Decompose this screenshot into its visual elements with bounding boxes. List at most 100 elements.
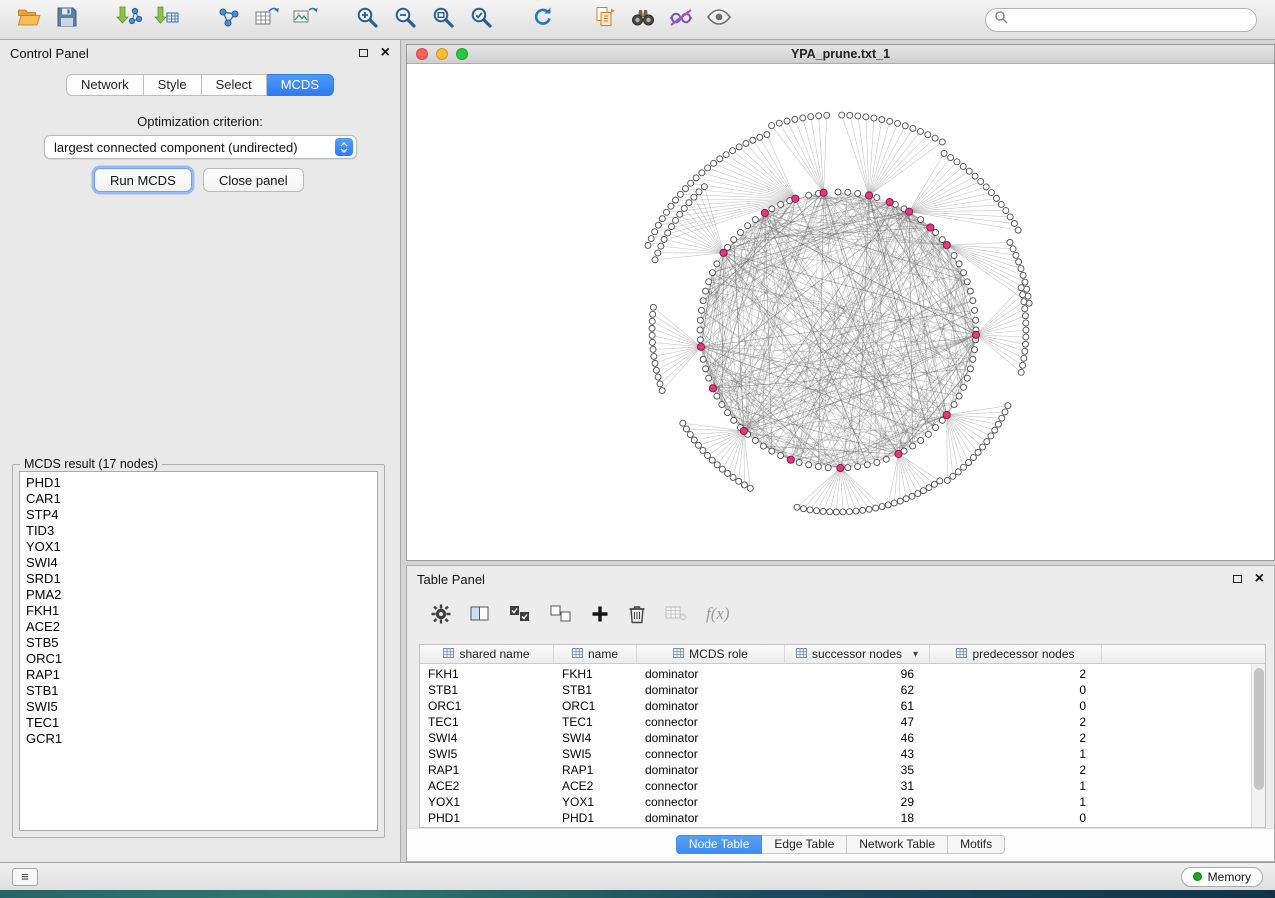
column-grid-icon (443, 647, 454, 661)
tab-network[interactable]: Network (66, 74, 144, 96)
search-input[interactable] (1008, 12, 1248, 28)
mcds-result-item[interactable]: CAR1 (20, 491, 377, 507)
table-cell: RAP1 (554, 762, 637, 778)
table-row[interactable]: FKH1FKH1dominator962 (420, 666, 1251, 682)
tab-mcds[interactable]: MCDS (267, 74, 334, 96)
column-header-mcds-role[interactable]: MCDS role (637, 645, 785, 663)
table-cell: 96 (785, 666, 930, 682)
mcds-result-item[interactable]: YOX1 (20, 539, 377, 555)
table-scrollbar-thumb[interactable] (1254, 668, 1264, 790)
mcds-result-item[interactable]: TID3 (20, 523, 377, 539)
find-button[interactable] (624, 4, 662, 36)
tab-select[interactable]: Select (202, 74, 267, 96)
mcds-result-item[interactable]: SWI5 (20, 699, 377, 715)
open-folder-icon (17, 6, 41, 33)
image-export-icon (292, 5, 318, 34)
delete-column-button[interactable] (628, 602, 646, 626)
table-row[interactable]: SWI4SWI4dominator462 (420, 730, 1251, 746)
column-header-successor-nodes[interactable]: successor nodes▾ (785, 645, 930, 663)
mcds-result-item[interactable]: ACE2 (20, 619, 377, 635)
import-network-icon (116, 5, 142, 34)
tab-motifs[interactable]: Motifs (948, 835, 1005, 854)
add-column-button[interactable] (591, 602, 609, 626)
new-network-button[interactable] (210, 4, 248, 36)
table-cell: 2 (930, 714, 1102, 730)
show-columns-button[interactable] (470, 602, 490, 626)
table-cell: PHD1 (420, 810, 554, 826)
table-scrollbar[interactable] (1251, 664, 1265, 827)
network-window-titlebar[interactable]: YPA_prune.txt_1 (407, 45, 1274, 64)
save-session-button[interactable] (48, 4, 86, 36)
export-image-button[interactable] (286, 4, 324, 36)
mcds-result-item[interactable]: TEC1 (20, 715, 377, 731)
zoom-fit-button[interactable] (424, 4, 462, 36)
table-row[interactable]: SWI5SWI5connector431 (420, 746, 1251, 762)
table-row[interactable]: ORC1ORC1dominator610 (420, 698, 1251, 714)
hide-graphics-button[interactable] (662, 4, 700, 36)
mcds-result-item[interactable]: GCR1 (20, 731, 377, 747)
criterion-dropdown[interactable]: largest connected component (undirected) (44, 135, 357, 159)
float-table-panel-icon[interactable] (1233, 575, 1242, 583)
tab-network-table[interactable]: Network Table (847, 835, 948, 854)
close-table-panel-icon[interactable]: × (1255, 573, 1264, 585)
float-panel-icon[interactable] (359, 49, 368, 57)
close-panel-button[interactable]: Close panel (203, 168, 304, 192)
table-row[interactable]: TEC1TEC1connector472 (420, 714, 1251, 730)
table-cell: FKH1 (554, 666, 637, 682)
tab-node-table[interactable]: Node Table (676, 835, 763, 854)
window-traffic-lights (416, 48, 468, 60)
tab-style[interactable]: Style (144, 74, 202, 96)
close-panel-icon[interactable]: × (381, 47, 390, 59)
column-grid-icon (956, 647, 967, 661)
mcds-result-item[interactable]: PMA2 (20, 587, 377, 603)
table-cell: FKH1 (420, 666, 554, 682)
memory-button[interactable]: Memory (1181, 867, 1263, 887)
run-mcds-button[interactable]: Run MCDS (94, 168, 192, 192)
copy-document-icon (593, 5, 617, 34)
status-menu-button[interactable]: ≡ (12, 868, 38, 886)
tab-edge-table[interactable]: Edge Table (762, 835, 847, 854)
mcds-result-item[interactable]: PHD1 (20, 475, 377, 491)
mcds-result-item[interactable]: RAP1 (20, 667, 377, 683)
mcds-result-item[interactable]: STB1 (20, 683, 377, 699)
mcds-result-item[interactable]: FKH1 (20, 603, 377, 619)
table-row[interactable]: ACE2ACE2connector311 (420, 778, 1251, 794)
copy-view-button[interactable] (586, 4, 624, 36)
network-canvas[interactable] (407, 64, 1274, 560)
refresh-view-button[interactable] (524, 4, 562, 36)
zoom-in-icon (355, 5, 379, 34)
select-all-button[interactable] (509, 602, 531, 626)
mcds-result-item[interactable]: STB5 (20, 635, 377, 651)
column-header-name[interactable]: name (554, 645, 637, 663)
table-row[interactable]: STB1STB1dominator620 (420, 682, 1251, 698)
column-header-predecessor-nodes[interactable]: predecessor nodes (930, 645, 1102, 663)
table-row[interactable]: RAP1RAP1dominator352 (420, 762, 1251, 778)
table-row[interactable]: PHD1PHD1dominator180 (420, 810, 1251, 826)
zoom-window-icon[interactable] (456, 48, 468, 60)
column-header-shared-name[interactable]: shared name (420, 645, 554, 663)
mcds-result-item[interactable]: STP4 (20, 507, 377, 523)
zoom-in-button[interactable] (348, 4, 386, 36)
import-network-button[interactable] (110, 4, 148, 36)
table-panel: Table Panel × f(x) shared name name MCDS… (406, 565, 1275, 862)
chevron-down-icon[interactable]: ▾ (913, 649, 918, 660)
table-cell: PHD1 (554, 810, 637, 826)
minimize-window-icon[interactable] (436, 48, 448, 60)
show-graphics-button[interactable] (700, 4, 738, 36)
zoom-out-button[interactable] (386, 4, 424, 36)
import-table-button[interactable] (148, 4, 186, 36)
network-table-button[interactable] (248, 4, 286, 36)
zoom-selected-button[interactable] (462, 4, 500, 36)
mcds-result-item[interactable]: SRD1 (20, 571, 377, 587)
deselect-all-button[interactable] (550, 602, 572, 626)
table-cell: YOX1 (420, 794, 554, 810)
mcds-result-list[interactable]: PHD1CAR1STP4TID3YOX1SWI4SRD1PMA2FKH1ACE2… (19, 471, 378, 831)
close-window-icon[interactable] (416, 48, 428, 60)
search-field[interactable] (985, 8, 1257, 32)
search-icon (994, 10, 1008, 29)
table-settings-button[interactable] (431, 602, 451, 626)
mcds-result-item[interactable]: ORC1 (20, 651, 377, 667)
open-file-button[interactable] (10, 4, 48, 36)
mcds-result-item[interactable]: SWI4 (20, 555, 377, 571)
table-row[interactable]: YOX1YOX1connector291 (420, 794, 1251, 810)
